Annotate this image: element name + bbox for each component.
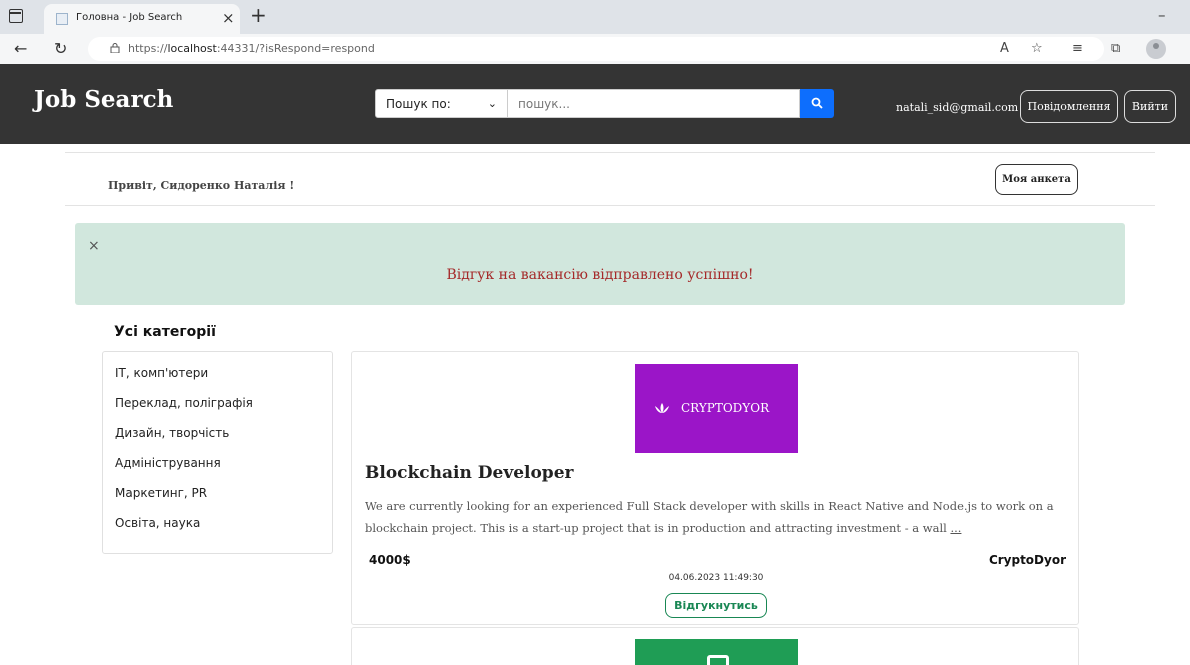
- my-profile-button[interactable]: Моя анкета: [995, 164, 1078, 195]
- company-logo: CRYPTODYOR: [635, 364, 798, 453]
- category-item[interactable]: Маркетинг, PR: [115, 486, 207, 500]
- search-input[interactable]: пошук...: [508, 89, 800, 118]
- search-by-select[interactable]: Пошук по: ⌄: [375, 89, 508, 118]
- vacancy-description: We are currently looking for an experien…: [365, 499, 1054, 535]
- vacancy-card: [351, 627, 1079, 665]
- category-item[interactable]: IT, комп'ютери: [115, 366, 208, 380]
- read-aloud-icon[interactable]: A: [1000, 41, 1009, 56]
- favicon-icon: [56, 13, 68, 25]
- company-logo: [635, 639, 798, 665]
- search-icon: [811, 97, 823, 109]
- tab-close-icon[interactable]: ×: [222, 9, 235, 27]
- vacancy-card: CRYPTODYOR Blockchain Developer We are c…: [351, 351, 1079, 625]
- category-item[interactable]: Адміністрування: [115, 456, 221, 470]
- divider: [65, 205, 1155, 206]
- favorite-star-icon[interactable]: ☆: [1031, 41, 1043, 56]
- divider: [65, 152, 1155, 153]
- lotus-icon: [655, 403, 669, 413]
- browser-tab-bar: Головна - Job Search × + –: [0, 0, 1190, 34]
- browser-tab[interactable]: Головна - Job Search ×: [44, 4, 240, 34]
- category-item[interactable]: Дизайн, творчість: [115, 426, 229, 440]
- greeting-text: Привіт, Сидоренко Наталія !: [108, 179, 295, 192]
- tab-actions-icon[interactable]: [9, 9, 23, 23]
- alert-close-icon[interactable]: ×: [88, 238, 100, 254]
- profile-avatar-icon[interactable]: [1146, 39, 1166, 59]
- url-field[interactable]: https://localhost:44331/?isRespond=respo…: [88, 37, 1104, 61]
- category-item[interactable]: Переклад, поліграфія: [115, 396, 253, 410]
- logo-text: CRYPTODYOR: [681, 401, 770, 415]
- refresh-icon[interactable]: ↻: [54, 39, 67, 58]
- url-text: https://localhost:44331/?isRespond=respo…: [128, 42, 375, 55]
- tab-title: Головна - Job Search: [76, 12, 183, 23]
- vacancy-date: 04.06.2023 11:49:30: [668, 573, 764, 583]
- user-email: natali_sid@gmail.com: [896, 101, 1019, 114]
- logout-button[interactable]: Вийти: [1124, 90, 1176, 123]
- minimize-icon[interactable]: –: [1158, 6, 1166, 24]
- category-item[interactable]: Освіта, наука: [115, 516, 200, 530]
- back-icon[interactable]: ←: [14, 39, 27, 58]
- vacancy-title[interactable]: Blockchain Developer: [365, 463, 573, 483]
- lock-icon: [110, 43, 120, 53]
- collections-icon[interactable]: ⧉: [1111, 41, 1120, 56]
- browser-address-bar: ← ↻ https://localhost:44331/?isRespond=r…: [0, 34, 1190, 64]
- success-alert: × Відгук на вакансію відправлено успішно…: [75, 223, 1125, 305]
- brand-logo[interactable]: Job Search: [34, 86, 173, 113]
- favorites-list-icon[interactable]: ≡: [1072, 41, 1083, 56]
- categories-title: Усі категорії: [114, 324, 216, 340]
- read-more-link[interactable]: ...: [950, 521, 961, 535]
- vacancy-company: CryptoDyor: [988, 553, 1066, 567]
- messages-button[interactable]: Повідомлення: [1020, 90, 1118, 123]
- categories-list: IT, комп'ютери Переклад, поліграфія Диза…: [102, 351, 333, 554]
- search-button[interactable]: [800, 89, 834, 118]
- site-header: Job Search Пошук по: ⌄ пошук... natali_s…: [0, 64, 1190, 144]
- new-tab-icon[interactable]: +: [250, 3, 267, 27]
- vacancy-salary: 4000$: [369, 553, 411, 567]
- respond-button[interactable]: Відгукнутись: [665, 593, 767, 618]
- alert-message: Відгук на вакансію відправлено успішно!: [446, 267, 754, 283]
- chevron-down-icon: ⌄: [487, 97, 497, 110]
- document-icon: [707, 655, 729, 665]
- search-by-label: Пошук по:: [386, 97, 451, 111]
